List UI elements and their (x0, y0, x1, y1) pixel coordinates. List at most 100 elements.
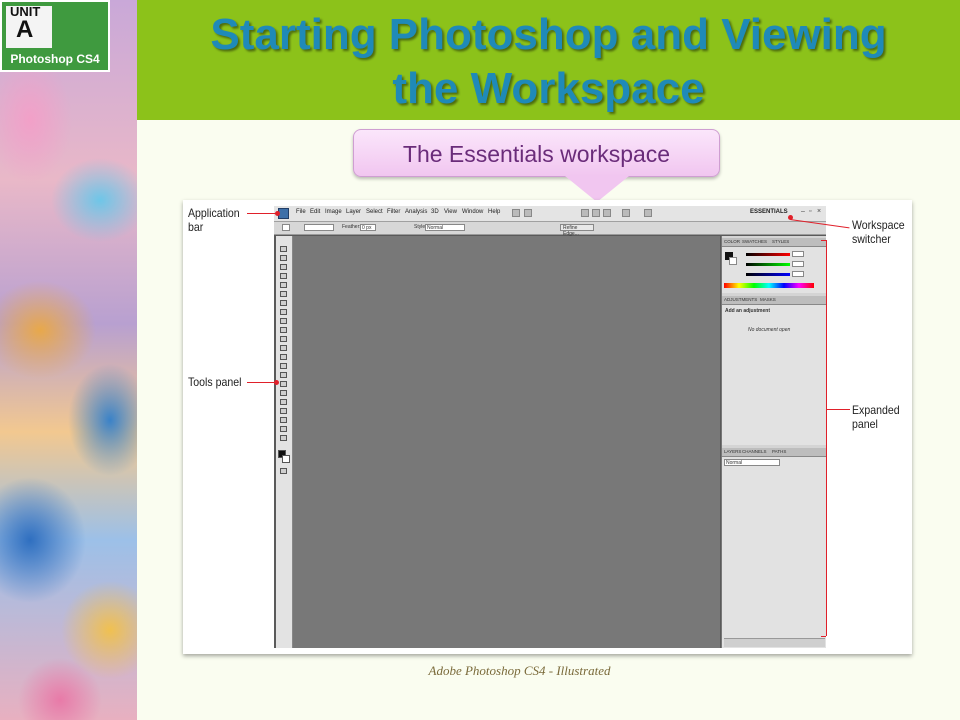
footer-caption: Adobe Photoshop CS4 - Illustrated (428, 663, 611, 678)
workspace-switcher-leader-dot (788, 215, 793, 220)
shape-tool-icon[interactable] (280, 399, 287, 405)
style-dropdown[interactable]: Normal (425, 224, 465, 231)
annotation-application-bar-line2: bar (188, 220, 204, 234)
selection-mode-icons[interactable] (304, 224, 334, 231)
blend-mode-dropdown[interactable]: Normal (724, 459, 780, 466)
expanded-panel-bracket-bottom (821, 636, 826, 637)
layers-footer-buttons[interactable] (724, 638, 825, 647)
view-extras-icon[interactable] (524, 209, 532, 217)
tools-panel (276, 236, 293, 648)
unit-product: Photoshop CS4 (10, 52, 100, 66)
annotation-workspace-switcher: Workspace switcher (852, 218, 905, 246)
crop-tool-icon[interactable] (280, 282, 287, 288)
tab-color[interactable]: COLOR (724, 239, 740, 244)
adjustments-panel-tabs: ADJUSTMENTS MASKS (722, 296, 826, 305)
annotation-expanded-panel-line2: panel (852, 417, 878, 431)
bridge-icon[interactable] (512, 209, 520, 217)
options-bar: Feather: 0 px Style: Normal Refine Edge.… (274, 222, 826, 237)
tab-layers[interactable]: LAYERS (724, 449, 741, 454)
menu-3d[interactable]: 3D (431, 209, 439, 215)
menu-file[interactable]: File (296, 209, 306, 215)
rotate-view-icon[interactable] (603, 209, 611, 217)
feather-field[interactable]: 0 px (360, 224, 376, 231)
move-tool-icon[interactable] (280, 246, 287, 252)
marquee-tool-icon[interactable] (280, 255, 287, 261)
feather-value: 0 px (362, 225, 372, 231)
document-canvas-area[interactable] (293, 236, 720, 648)
title-band: Starting Photoshop and Viewing the Works… (137, 0, 960, 120)
path-select-tool-icon[interactable] (280, 390, 287, 396)
menu-analysis[interactable]: Analysis (405, 209, 427, 215)
pen-tool-icon[interactable] (280, 372, 287, 378)
application-bar-leader-dot (275, 211, 280, 216)
healing-brush-tool-icon[interactable] (280, 300, 287, 306)
dodge-tool-icon[interactable] (280, 363, 287, 369)
menu-edit[interactable]: Edit (310, 209, 320, 215)
menu-layer[interactable]: Layer (346, 209, 361, 215)
annotation-workspace-switcher-line1: Workspace (852, 218, 905, 232)
blur-tool-icon[interactable] (280, 354, 287, 360)
annotation-workspace-switcher-line2: switcher (852, 232, 891, 246)
blue-value-field[interactable] (792, 271, 804, 277)
application-bar-leader-line (247, 213, 278, 214)
3d-orbit-tool-icon[interactable] (280, 417, 287, 423)
refine-edge-button[interactable]: Refine Edge... (560, 224, 594, 237)
menu-view[interactable]: View (444, 209, 457, 215)
maximize-icon[interactable]: ▫ (809, 208, 811, 215)
tools-panel-leader-line (247, 382, 277, 383)
layers-panel-tabs: LAYERS CHANNELS PATHS (722, 448, 826, 457)
menu-filter[interactable]: Filter (387, 209, 400, 215)
hand-tool-icon[interactable] (280, 426, 287, 432)
eraser-tool-icon[interactable] (280, 336, 287, 342)
zoom-tool-icon[interactable] (280, 435, 287, 441)
adjustments-panel: Add an adjustment No document open (722, 305, 826, 445)
3d-rotate-tool-icon[interactable] (280, 408, 287, 414)
screen-mode-icon[interactable] (644, 209, 652, 217)
style-value: Normal (427, 225, 444, 231)
type-tool-icon[interactable] (280, 381, 287, 387)
clone-stamp-tool-icon[interactable] (280, 318, 287, 324)
background-color-swatch[interactable] (282, 455, 290, 463)
lasso-tool-icon[interactable] (280, 264, 287, 270)
menu-select[interactable]: Select (366, 209, 383, 215)
zoom-tool-icon[interactable] (592, 209, 600, 217)
annotation-expanded-panel: Expanded panel (852, 403, 900, 431)
quick-select-tool-icon[interactable] (280, 273, 287, 279)
tools-panel-leader-dot (274, 380, 279, 385)
unit-badge: UNIT A Photoshop CS4 (0, 0, 110, 72)
tab-channels[interactable]: CHANNELS (742, 449, 767, 454)
tab-swatches[interactable]: SWATCHES (742, 239, 767, 244)
expanded-panel-bracket-top (821, 240, 826, 241)
gradient-tool-icon[interactable] (280, 345, 287, 351)
menu-help[interactable]: Help (488, 209, 500, 215)
menu-image[interactable]: Image (325, 209, 342, 215)
close-icon[interactable]: × (817, 208, 821, 215)
red-value-field[interactable] (792, 251, 804, 257)
marquee-preset-icon[interactable] (282, 224, 290, 231)
eyedropper-tool-icon[interactable] (280, 291, 287, 297)
quick-mask-icon[interactable] (280, 468, 287, 474)
tab-adjustments[interactable]: ADJUSTMENTS (724, 297, 757, 302)
callout-text: The Essentials workspace (402, 141, 671, 167)
slide-title: Starting Photoshop and Viewing the Works… (137, 8, 960, 116)
red-slider[interactable] (746, 253, 790, 256)
arrange-documents-icon[interactable] (622, 209, 630, 217)
tab-masks[interactable]: MASKS (760, 297, 776, 302)
color-background-swatch[interactable] (729, 257, 737, 265)
color-panel (722, 247, 826, 293)
minimize-icon[interactable]: – (801, 208, 805, 215)
layers-panel: Normal (722, 457, 826, 648)
tab-paths[interactable]: PATHS (772, 449, 786, 454)
tab-styles[interactable]: STYLES (772, 239, 789, 244)
expanded-panel-leader-line (826, 409, 850, 410)
menu-window[interactable]: Window (462, 209, 483, 215)
hand-tool-icon[interactable] (581, 209, 589, 217)
green-slider[interactable] (746, 263, 790, 266)
color-spectrum-bar[interactable] (724, 283, 814, 288)
blue-slider[interactable] (746, 273, 790, 276)
workspace-switcher[interactable]: ESSENTIALS (750, 209, 788, 215)
brush-tool-icon[interactable] (280, 309, 287, 315)
history-brush-tool-icon[interactable] (280, 327, 287, 333)
application-bar: File Edit Image Layer Select Filter Anal… (274, 206, 826, 222)
green-value-field[interactable] (792, 261, 804, 267)
